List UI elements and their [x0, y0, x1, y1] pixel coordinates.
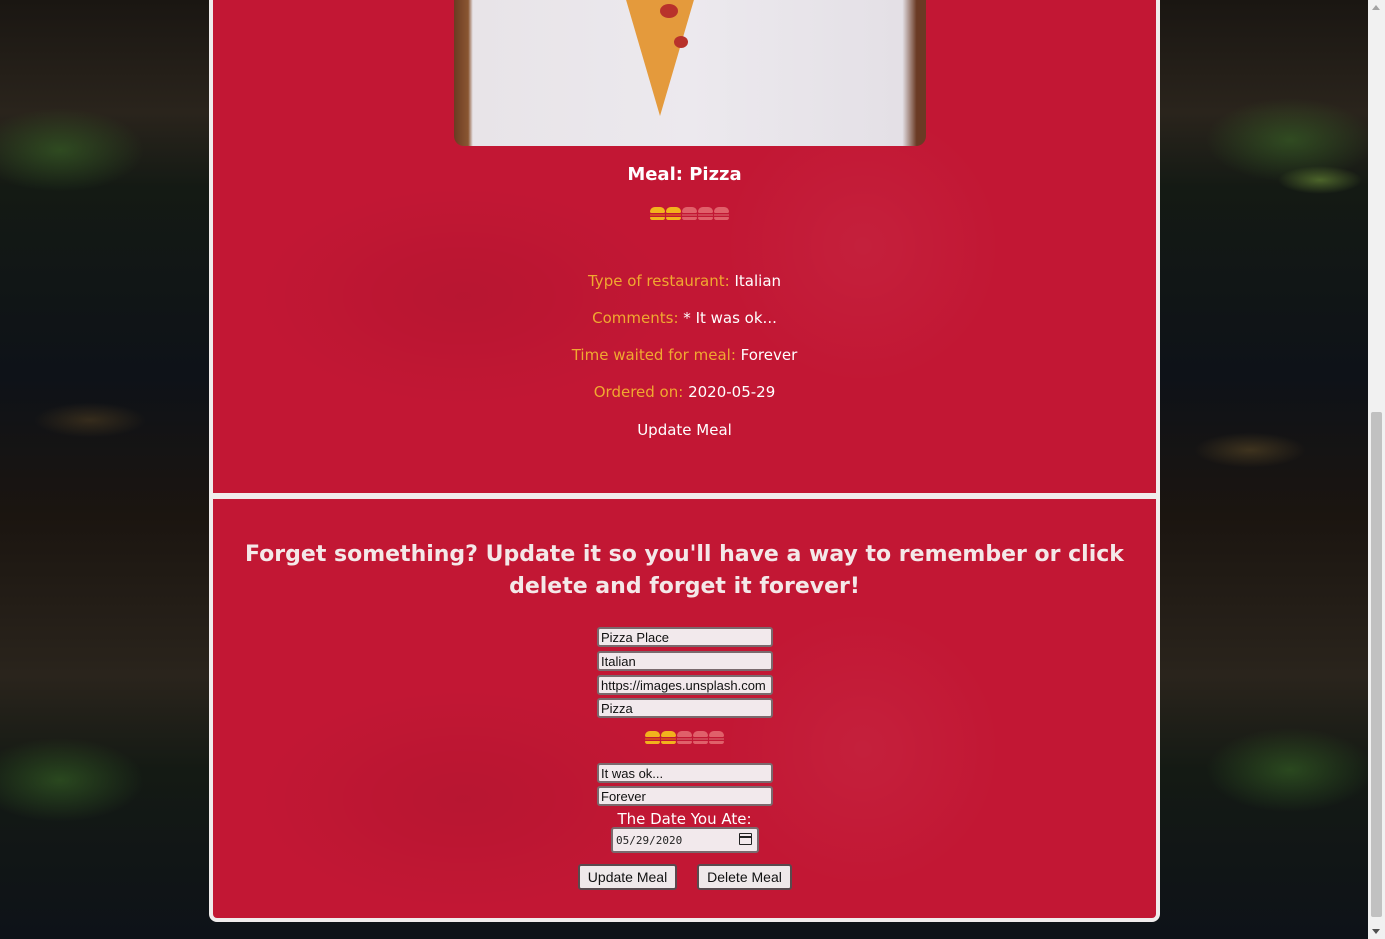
- detail-time-waited: Time waited for meal: Forever: [213, 346, 1156, 364]
- date-input[interactable]: 05/29/2020: [611, 827, 759, 853]
- detail-label: Time waited for meal:: [571, 346, 736, 364]
- meal-rating: [650, 207, 729, 220]
- burger-rating-icon[interactable]: [693, 731, 708, 744]
- detail-value: 2020-05-29: [688, 383, 776, 401]
- calendar-icon[interactable]: [739, 833, 752, 845]
- burger-rating-icon: [650, 207, 665, 220]
- burger-rating-icon[interactable]: [709, 731, 724, 744]
- scrollbar-thumb[interactable]: [1371, 412, 1382, 917]
- meal-input[interactable]: Pizza: [597, 698, 773, 718]
- scroll-up-icon[interactable]: [1372, 5, 1380, 10]
- detail-ordered-on: Ordered on: 2020-05-29: [213, 383, 1156, 401]
- time-waited-input[interactable]: Forever: [597, 786, 773, 806]
- image-url-input[interactable]: https://images.unsplash.com: [597, 675, 773, 695]
- delete-meal-button[interactable]: Delete Meal: [697, 864, 792, 890]
- burger-rating-icon: [698, 207, 713, 220]
- detail-label: Type of restaurant:: [587, 272, 730, 290]
- burger-rating-icon[interactable]: [661, 731, 676, 744]
- form-heading: Forget something? Update it so you'll ha…: [245, 542, 1124, 599]
- date-label: The Date You Ate:: [617, 810, 752, 828]
- detail-comments: Comments: * It was ok...: [213, 309, 1156, 327]
- burger-rating-icon: [666, 207, 681, 220]
- meal-image: [454, 0, 926, 146]
- detail-value: Italian: [734, 272, 782, 290]
- burger-rating-icon: [682, 207, 697, 220]
- update-meal-form: Forget something? Update it so you'll ha…: [209, 495, 1160, 922]
- restaurant-type-input[interactable]: Italian: [597, 651, 773, 671]
- update-meal-link[interactable]: Update Meal: [213, 421, 1156, 439]
- burger-rating-icon[interactable]: [645, 731, 660, 744]
- detail-label: Comments:: [592, 309, 679, 327]
- comments-input[interactable]: It was ok...: [597, 763, 773, 783]
- rating-input: [645, 731, 724, 744]
- date-value: 05/29/2020: [616, 834, 683, 847]
- pepperoni: [674, 36, 688, 48]
- detail-restaurant-type: Type of restaurant: Italian: [213, 272, 1156, 290]
- scroll-down-icon[interactable]: [1372, 929, 1380, 934]
- pizza-slice: [622, 0, 698, 116]
- burger-rating-icon[interactable]: [677, 731, 692, 744]
- burger-rating-icon: [714, 207, 729, 220]
- detail-value: Forever: [740, 346, 798, 364]
- restaurant-input[interactable]: Pizza Place: [597, 627, 773, 647]
- meal-card: Meal: Pizza Type of restaurant: Italian …: [209, 0, 1160, 497]
- pepperoni: [660, 4, 678, 18]
- meal-title: Meal: Pizza: [627, 164, 742, 185]
- detail-value: * It was ok...: [683, 309, 777, 327]
- update-meal-button[interactable]: Update Meal: [578, 864, 677, 890]
- scrollbar[interactable]: [1368, 0, 1385, 939]
- detail-label: Ordered on:: [593, 383, 684, 401]
